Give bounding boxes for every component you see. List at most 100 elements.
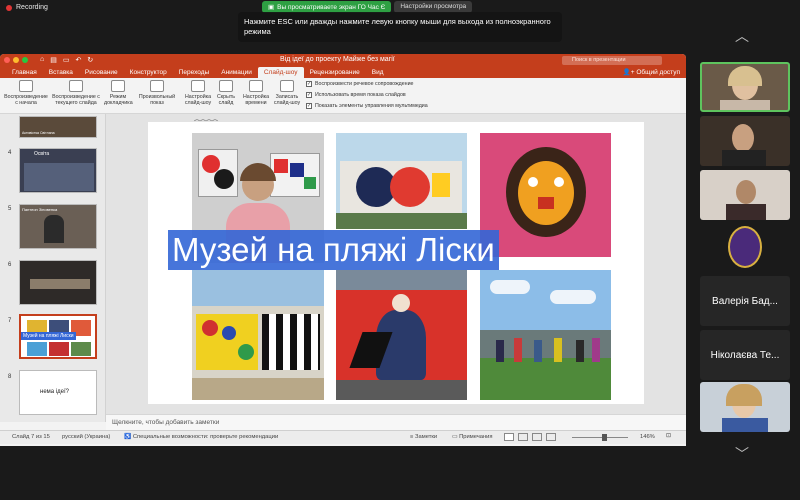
presenter-icon: [111, 80, 125, 92]
zoom-slider[interactable]: [572, 437, 628, 438]
narration-checkbox[interactable]: ✓ Воспроизвести речевое сопровождение: [306, 81, 413, 87]
participant-video-2[interactable]: [700, 116, 790, 166]
slide-number: 7: [8, 318, 12, 324]
minimize-window-button[interactable]: [13, 57, 19, 63]
timings-checkbox[interactable]: ✓ Использовать время показа слайдов: [306, 92, 406, 98]
rehearse-timings-button[interactable]: Настройка времени: [242, 80, 270, 106]
checkbox-checked-icon: ✓: [306, 81, 312, 87]
timings-label: Использовать время показа слайдов: [315, 92, 406, 98]
slide-number: 8: [8, 374, 12, 380]
presenter-view-button[interactable]: Режим докладчика: [104, 80, 133, 106]
record-icon: [6, 4, 12, 11]
setup-label: Настройка слайд-шоу: [184, 94, 212, 106]
slide-thumbnail-8[interactable]: нема ідеї?: [19, 370, 97, 415]
participant-name-tile-1[interactable]: Валерія Бад...: [700, 276, 790, 326]
slide-number: 5: [8, 206, 12, 212]
slideshow-view-icon[interactable]: [546, 433, 556, 441]
custom-show-label: Произвольный показ: [138, 94, 176, 106]
tab-home[interactable]: Главная: [6, 67, 43, 78]
maximize-window-button[interactable]: [22, 57, 28, 63]
reading-view-icon[interactable]: [532, 433, 542, 441]
slide-thumbnail-4[interactable]: Освіта: [19, 148, 97, 193]
play-icon: [19, 80, 33, 92]
slide-thumbnail-3[interactable]: Активістка Світлана: [19, 116, 97, 138]
undo-icon[interactable]: ↶: [75, 56, 81, 64]
notes-label: Заметки: [415, 434, 438, 440]
hide-slide-icon: [219, 80, 233, 92]
slide-number: 6: [8, 262, 12, 268]
play-from-start-button[interactable]: Воспроизведение с начала: [4, 80, 48, 106]
participant-avatar-logo[interactable]: [700, 222, 790, 272]
tab-draw[interactable]: Рисование: [79, 67, 124, 78]
tab-view[interactable]: Вид: [366, 67, 390, 78]
play-current-icon: [69, 80, 83, 92]
play-from-current-button[interactable]: Воспроизведение с текущего слайда: [50, 80, 102, 106]
close-window-button[interactable]: [4, 57, 10, 63]
chevron-down-icon[interactable]: ﹀: [735, 444, 749, 464]
fullscreen-exit-tip: Нажмите ESC или дважды нажмите левую кно…: [238, 12, 562, 42]
play-from-current-label: Воспроизведение с текущего слайда: [52, 94, 100, 106]
chevron-up-icon[interactable]: ︿: [735, 26, 749, 46]
sorter-view-icon[interactable]: [518, 433, 528, 441]
redo-icon[interactable]: ↻: [87, 56, 93, 64]
hide-slide-button[interactable]: Скрыть слайд: [214, 80, 238, 106]
notes-toggle[interactable]: ≡ Заметки: [410, 434, 437, 440]
participant-name-tile-2[interactable]: Ніколаєва Те...: [700, 330, 790, 380]
share-screen-icon: ▣: [268, 4, 275, 11]
photo-dancer-mural: [336, 270, 467, 400]
participant-video-3[interactable]: [700, 170, 790, 220]
ribbon-tabs: Главная Вставка Рисование Конструктор Пе…: [0, 67, 686, 78]
zoom-slider-handle[interactable]: [602, 434, 607, 441]
setup-show-button[interactable]: Настройка слайд-шоу: [182, 80, 214, 106]
record-show-button[interactable]: Записать слайд-шоу: [272, 80, 302, 106]
document-title: Від ідеї до проекту Майже без магії: [280, 56, 395, 63]
slide-thumbnail-7-selected[interactable]: Музей на пляжі Лиски: [19, 314, 97, 359]
fit-slide-icon[interactable]: ⊡: [666, 433, 671, 439]
play-from-start-label: Воспроизведение с начала: [4, 94, 48, 106]
quick-access-toolbar: ⌂ ▤ ▭ ↶ ↻: [40, 56, 93, 64]
window-controls: [4, 57, 28, 63]
slide-partial-text: ⌒⌒⌒⌒: [194, 121, 219, 127]
slide-thumbnail-5[interactable]: Пантеон Зіновенка: [19, 204, 97, 249]
save-icon[interactable]: ▤: [50, 56, 57, 64]
slide-thumbnail-6[interactable]: [19, 260, 97, 305]
narration-label: Воспроизвести речевое сопровождение: [315, 81, 414, 87]
tab-transitions[interactable]: Переходы: [173, 67, 216, 78]
slide-thumbnail-label: Освіта: [34, 151, 50, 157]
participant-video-4[interactable]: [700, 382, 790, 432]
custom-show-button[interactable]: Произвольный показ: [138, 80, 176, 106]
zoom-level[interactable]: 146%: [640, 434, 655, 440]
slide-title-banner[interactable]: Музей на пляжі Ліски: [168, 230, 499, 270]
slide-thumbnail-label: нема ідеї?: [40, 389, 69, 395]
tab-insert[interactable]: Вставка: [43, 67, 79, 78]
home-icon[interactable]: ⌂: [40, 56, 44, 64]
notes-pane[interactable]: Щелкните, чтобы добавить заметки: [106, 414, 686, 430]
tab-slideshow[interactable]: Слайд-шоу: [257, 67, 304, 78]
media-controls-label: Показать элементы управления мультимедиа: [315, 103, 428, 109]
share-button[interactable]: 👤+ Общий доступ: [623, 68, 680, 76]
photo-lion-mural: [480, 133, 611, 257]
slide-thumbnail-label: Пантеон Зіновенка: [22, 207, 58, 212]
record-show-icon: [280, 80, 294, 92]
media-controls-checkbox[interactable]: ✓ Показать элементы управления мультимеди…: [306, 103, 428, 109]
timer-icon: [249, 80, 263, 92]
tab-design[interactable]: Конструктор: [124, 67, 173, 78]
comments-label: Примечания: [459, 434, 493, 440]
participant-video-1[interactable]: [700, 62, 790, 112]
tab-animations[interactable]: Анимации: [215, 67, 258, 78]
slide-thumbnail-label: Музей на пляжі Лиски: [21, 332, 76, 340]
open-icon[interactable]: ▭: [63, 56, 70, 64]
normal-view-icon[interactable]: [504, 433, 514, 441]
accessibility-status[interactable]: ♿ Специальные возможности: проверьте рек…: [124, 434, 278, 440]
tab-review[interactable]: Рецензирование: [304, 67, 366, 78]
setup-icon: [191, 80, 205, 92]
slide-thumbnail-label: Активістка Світлана: [22, 131, 55, 135]
share-notice-label: Вы просматриваете экран ГО Час Є: [277, 3, 386, 11]
checkbox-checked-icon: ✓: [306, 103, 312, 109]
photo-mosaic-wall: [192, 270, 324, 400]
accessibility-label: Специальные возможности: проверьте реком…: [132, 434, 279, 440]
search-input[interactable]: Поиск в презентации: [562, 56, 662, 65]
language-indicator[interactable]: русский (Украина): [62, 434, 110, 440]
slide-counter: Слайд 7 из 15: [12, 434, 50, 440]
comments-toggle[interactable]: ▭ Примечания: [452, 434, 493, 440]
